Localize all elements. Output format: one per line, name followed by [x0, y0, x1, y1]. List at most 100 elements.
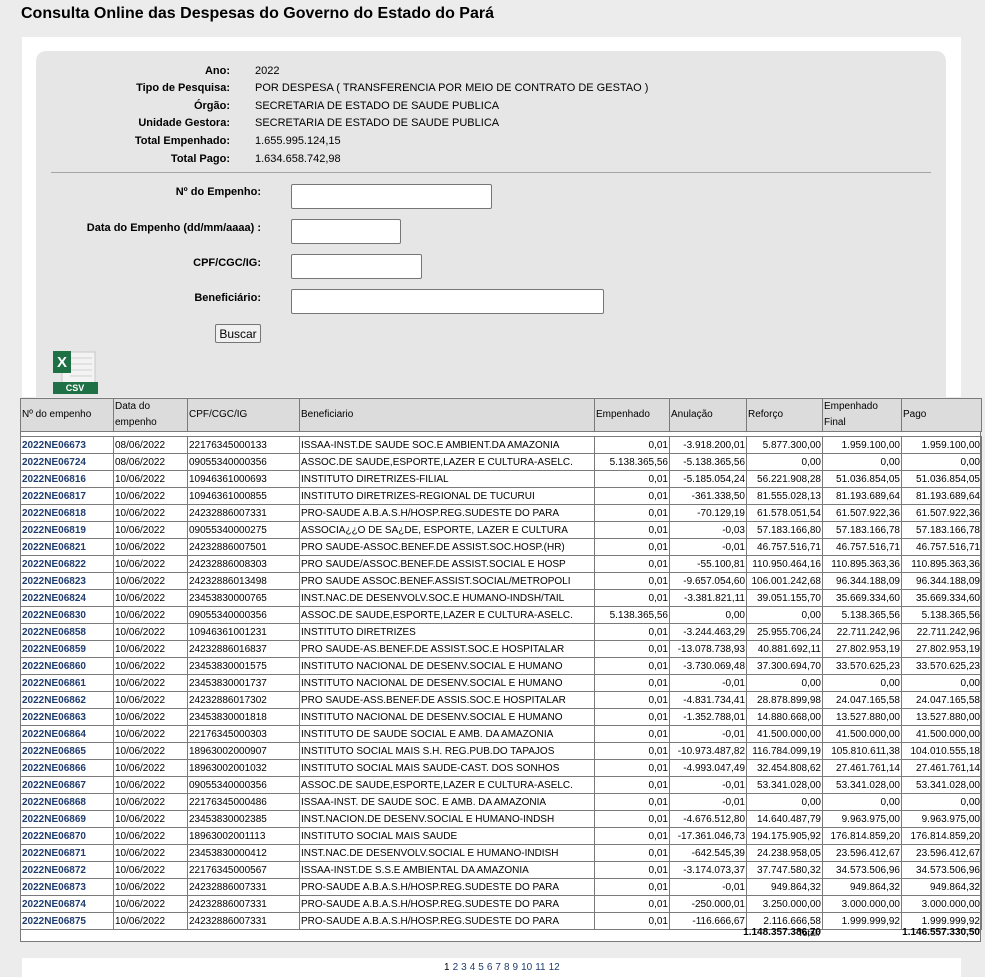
table-cell: 0,01 — [594, 674, 670, 692]
table-cell: 110.950.464,16 — [746, 555, 823, 573]
table-cell: 24.047.165,58 — [901, 691, 982, 709]
table-cell: 10946361001231 — [187, 623, 300, 641]
info-value: SECRETARIA DE ESTADO DE SAUDE PUBLICA — [255, 117, 500, 129]
empenho-link[interactable]: 2022NE06818 — [20, 504, 114, 522]
empenho-link[interactable]: 2022NE06816 — [20, 470, 114, 488]
page-link[interactable]: 8 — [504, 962, 510, 973]
empenho-link[interactable]: 2022NE06859 — [20, 640, 114, 658]
info-label: Órgão: — [193, 100, 230, 112]
table-cell: 41.500.000,00 — [746, 725, 823, 743]
table-cell: 0,01 — [594, 844, 670, 862]
page-link[interactable]: 12 — [549, 962, 560, 973]
empenho-link[interactable]: 2022NE06864 — [20, 725, 114, 743]
column-header: Anulação — [669, 398, 747, 432]
cpf-input[interactable] — [291, 254, 422, 279]
table-row: 2022NE06871 10/06/2022 23453830000412 INST.… — [20, 844, 982, 862]
empenho-link[interactable]: 2022NE06819 — [20, 521, 114, 539]
empenho-link[interactable]: 2022NE06822 — [20, 555, 114, 573]
empenho-link[interactable]: 2022NE06830 — [20, 606, 114, 624]
empenho-link[interactable]: 2022NE06823 — [20, 572, 114, 590]
table-cell: 09055340000356 — [187, 453, 300, 471]
table-cell: 949.864,32 — [822, 878, 902, 896]
table-cell: 3.250.000,00 — [746, 895, 823, 913]
page-link[interactable]: 3 — [461, 962, 467, 973]
page-link[interactable]: 10 — [521, 962, 532, 973]
table-cell: 18963002000907 — [187, 742, 300, 760]
table-cell: 10/06/2022 — [113, 810, 188, 828]
table-cell: -250.000,01 — [669, 895, 747, 913]
page-link[interactable]: 2 — [453, 962, 459, 973]
empenho-link[interactable]: 2022NE06870 — [20, 827, 114, 845]
empenho-link[interactable]: 2022NE06821 — [20, 538, 114, 556]
table-cell: 27.461.761,14 — [822, 759, 902, 777]
table-cell: 23453830000765 — [187, 589, 300, 607]
page-link[interactable]: 5 — [478, 962, 484, 973]
empenho-link[interactable]: 2022NE06673 — [20, 436, 114, 454]
table-cell: ASSOC.DE SAUDE,ESPORTE,LAZER E CULTURA-A… — [299, 776, 595, 794]
table-cell: 53.341.028,00 — [901, 776, 982, 794]
table-cell: INSTITUTO SOCIAL MAIS SAUDE-CAST. DOS SO… — [299, 759, 595, 777]
table-cell: 0,01 — [594, 640, 670, 658]
table-cell: 18963002001113 — [187, 827, 300, 845]
info-value: POR DESPESA ( TRANSFERENCIA POR MEIO DE … — [255, 82, 649, 94]
empenho-link[interactable]: 2022NE06861 — [20, 674, 114, 692]
table-row: 2022NE06865 10/06/2022 18963002000907 INSTI… — [20, 742, 982, 760]
search-button[interactable]: Buscar — [215, 324, 261, 343]
empenho-link[interactable]: 2022NE06872 — [20, 861, 114, 879]
empenho-link[interactable]: 2022NE06865 — [20, 742, 114, 760]
table-row: 2022NE06863 10/06/2022 23453830001818 INSTI… — [20, 708, 982, 726]
table-cell: -3.730.069,48 — [669, 657, 747, 675]
data-empenho-input[interactable] — [291, 219, 401, 244]
table-row: 2022NE06872 10/06/2022 22176345000567 ISSAA… — [20, 861, 982, 879]
empenho-link[interactable]: 2022NE06860 — [20, 657, 114, 675]
table-cell: INSTITUTO DIRETRIZES-FILIAL — [299, 470, 595, 488]
page-link[interactable]: 11 — [535, 962, 545, 973]
table-cell: 10/06/2022 — [113, 589, 188, 607]
table-row: 2022NE06816 10/06/2022 10946361000693 INSTI… — [20, 470, 982, 488]
empenho-link[interactable]: 2022NE06871 — [20, 844, 114, 862]
empenho-link[interactable]: 2022NE06873 — [20, 878, 114, 896]
table-cell: -0,01 — [669, 538, 747, 556]
table-cell: 08/06/2022 — [113, 453, 188, 471]
empenho-link[interactable]: 2022NE06868 — [20, 793, 114, 811]
empenho-link[interactable]: 2022NE06862 — [20, 691, 114, 709]
table-cell: 949.864,32 — [746, 878, 823, 896]
empenho-link[interactable]: 2022NE06869 — [20, 810, 114, 828]
total-empenhado-final: 1.148.357.386,70 — [743, 927, 821, 938]
info-label: Total Pago: — [170, 153, 230, 165]
excel-csv-icon[interactable]: X CSV — [52, 350, 99, 395]
table-cell: 9.963.975,00 — [822, 810, 902, 828]
table-cell: 41.500.000,00 — [822, 725, 902, 743]
empenho-link[interactable]: 2022NE06817 — [20, 487, 114, 505]
table-cell: 10/06/2022 — [113, 844, 188, 862]
empenho-link[interactable]: 2022NE06866 — [20, 759, 114, 777]
empenho-link[interactable]: 2022NE06824 — [20, 589, 114, 607]
empenho-input[interactable] — [291, 184, 492, 209]
page-link[interactable]: 6 — [487, 962, 493, 973]
empenho-link[interactable]: 2022NE06874 — [20, 895, 114, 913]
table-row: 2022NE06830 10/06/2022 09055340000356 ASSOC… — [20, 606, 982, 624]
table-cell: -0,03 — [669, 521, 747, 539]
table-cell: 10/06/2022 — [113, 606, 188, 624]
table-cell: 10/06/2022 — [113, 487, 188, 505]
table-cell: 61.578.051,54 — [746, 504, 823, 522]
table-cell: 116.784.099,19 — [746, 742, 823, 760]
empenho-link[interactable]: 2022NE06863 — [20, 708, 114, 726]
column-header: Reforço — [746, 398, 823, 432]
table-cell: 22176345000567 — [187, 861, 300, 879]
table-cell: INST.NAC.DE DESENVOLV.SOCIAL E HUMANO-IN… — [299, 844, 595, 862]
table-cell: 14.640.487,79 — [746, 810, 823, 828]
table-cell: -3.381.821,11 — [669, 589, 747, 607]
empenho-link[interactable]: 2022NE06858 — [20, 623, 114, 641]
table-cell: PRO SAUDE-ASS.BENEF.DE ASSIS.SOC.E HOSPI… — [299, 691, 595, 709]
beneficiario-input[interactable] — [291, 289, 604, 314]
empenho-link[interactable]: 2022NE06867 — [20, 776, 114, 794]
page-link[interactable]: 7 — [495, 962, 501, 973]
empenho-link[interactable]: 2022NE06724 — [20, 453, 114, 471]
table-cell: 0,01 — [594, 657, 670, 675]
table-cell: 09055340000356 — [187, 606, 300, 624]
page-link[interactable]: 4 — [470, 962, 476, 973]
page-link[interactable]: 9 — [513, 962, 519, 973]
table-cell: 10/06/2022 — [113, 827, 188, 845]
table-cell: PRO-SAUDE A.B.A.S.H/HOSP.REG.SUDESTE DO … — [299, 895, 595, 913]
